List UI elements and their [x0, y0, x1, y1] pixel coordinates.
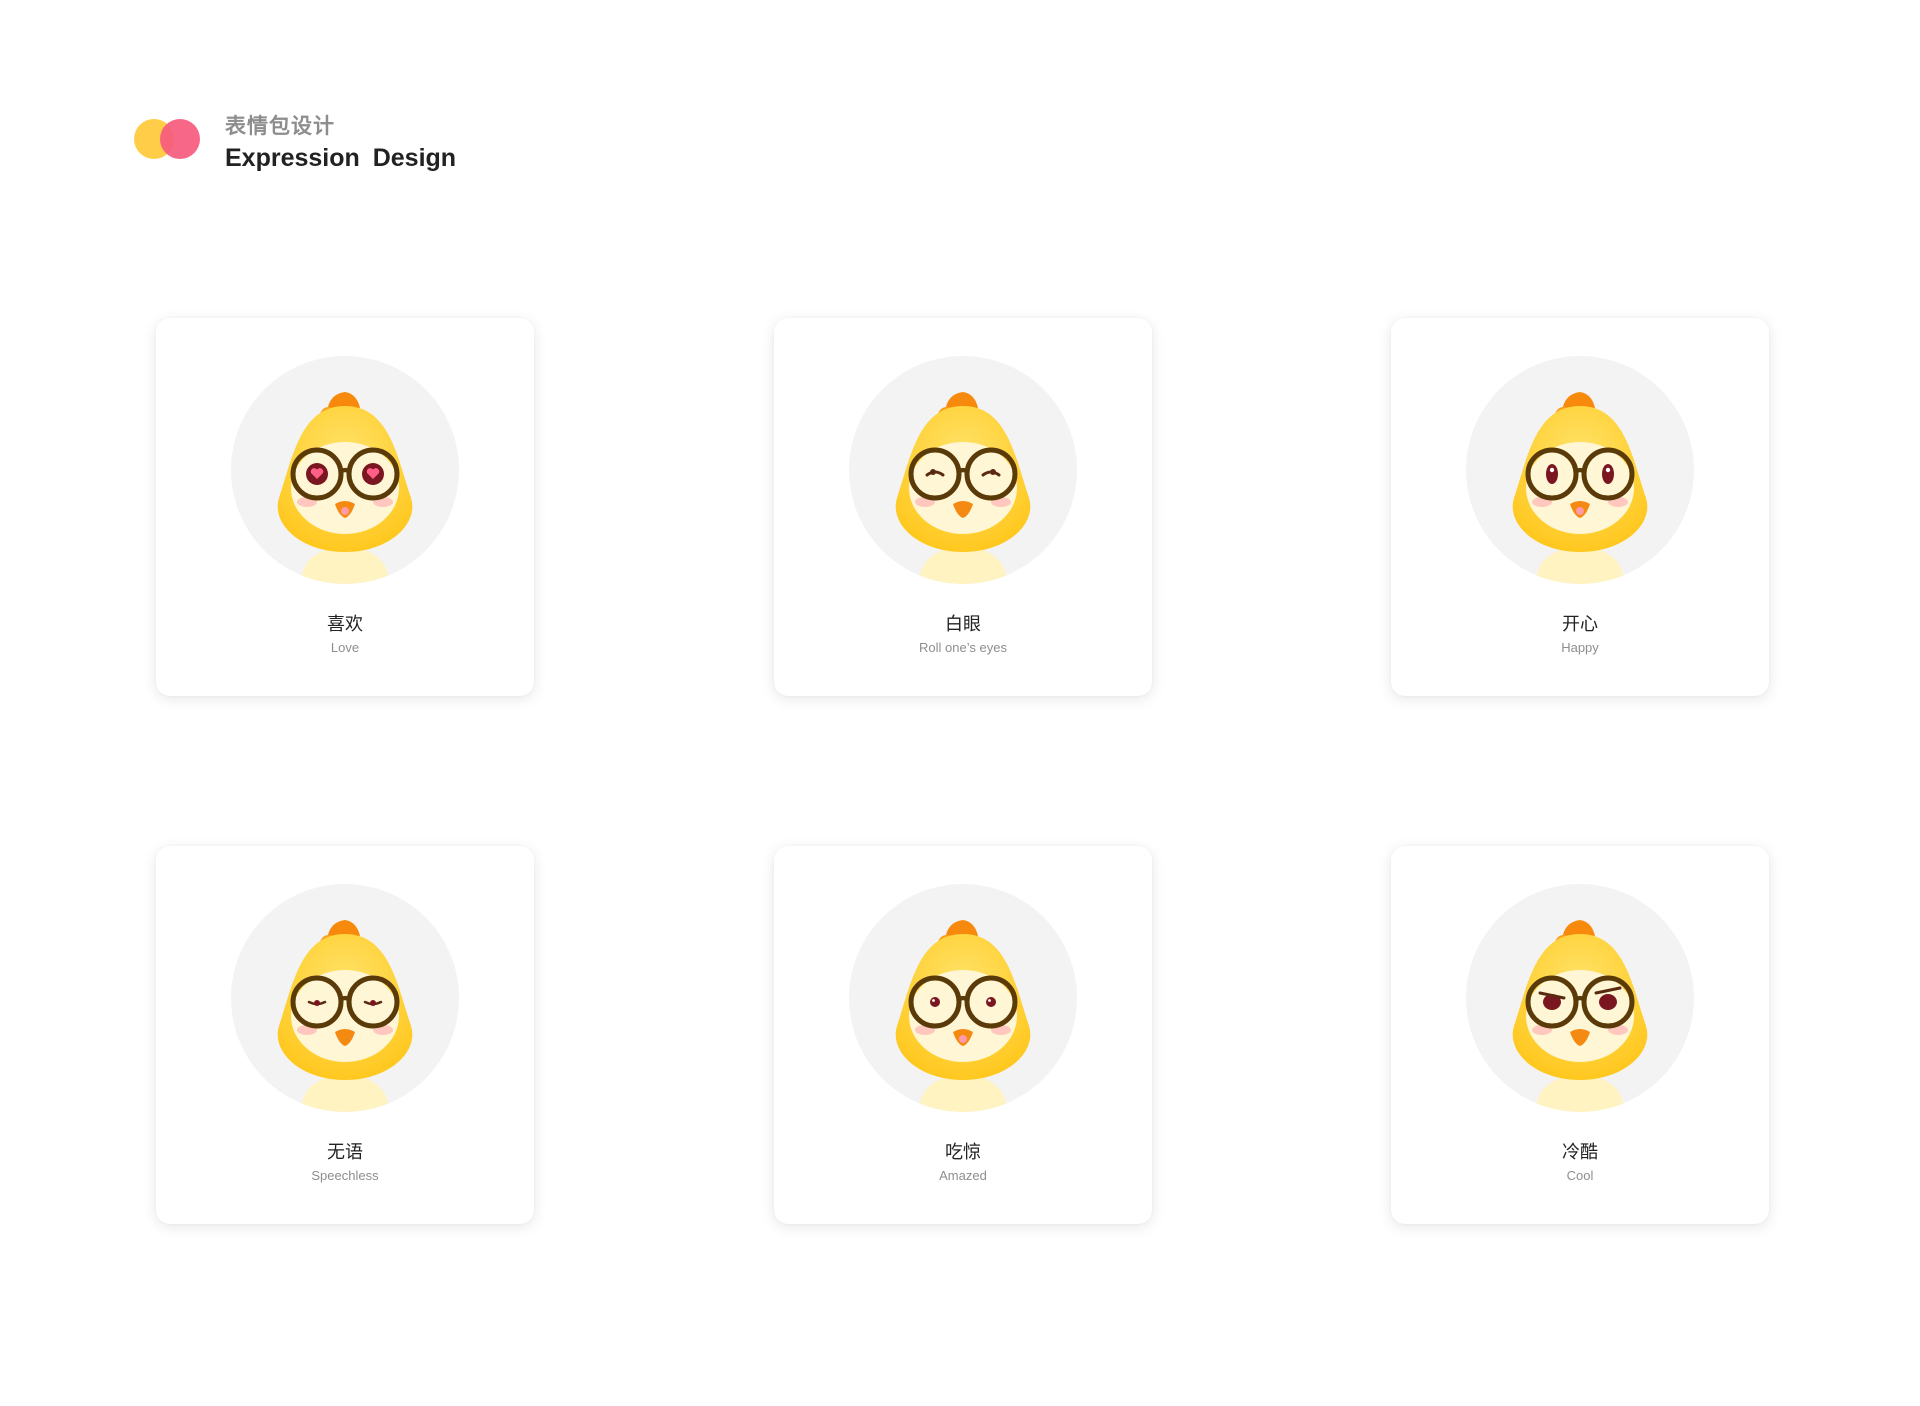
expression-label-en: Cool — [1566, 1168, 1594, 1183]
logo-icon — [134, 119, 204, 161]
page-title-en: Expression Design — [225, 144, 457, 172]
page-title-cn: 表情包设计 — [225, 114, 335, 138]
expression-card-roll-eyes[interactable]: 白眼 Roll one’s eyes — [774, 318, 1152, 696]
chick-roll-eyes-avatar — [849, 356, 1077, 584]
chick-love-avatar — [231, 356, 459, 584]
expression-label-cn: 无语 — [327, 1142, 363, 1163]
expression-label-cn: 冷酷 — [1562, 1142, 1598, 1163]
expression-card-love[interactable]: 喜欢 Love — [156, 318, 534, 696]
chick-speechless-avatar — [231, 884, 459, 1112]
expression-card-amazed[interactable]: 吃惊 Amazed — [774, 846, 1152, 1224]
chick-amazed-avatar — [849, 884, 1077, 1112]
expression-label-cn: 开心 — [1562, 614, 1598, 635]
expression-label-cn: 喜欢 — [327, 614, 363, 635]
chick-cool-avatar — [1466, 884, 1694, 1112]
expression-card-happy[interactable]: 开心 Happy — [1391, 318, 1769, 696]
expression-label-en: Roll one’s eyes — [919, 640, 1007, 655]
expression-label-cn: 吃惊 — [945, 1142, 981, 1163]
expression-label-en: Happy — [1561, 640, 1599, 655]
expression-card-speechless[interactable]: 无语 Speechless — [156, 846, 534, 1224]
expression-label-cn: 白眼 — [945, 614, 981, 635]
expression-label-en: Love — [330, 640, 360, 655]
chick-happy-avatar — [1466, 356, 1694, 584]
expression-label-en: Speechless — [311, 1168, 379, 1183]
expression-card-cool[interactable]: 冷酷 Cool — [1391, 846, 1769, 1224]
expression-label-en: Amazed — [939, 1168, 987, 1183]
